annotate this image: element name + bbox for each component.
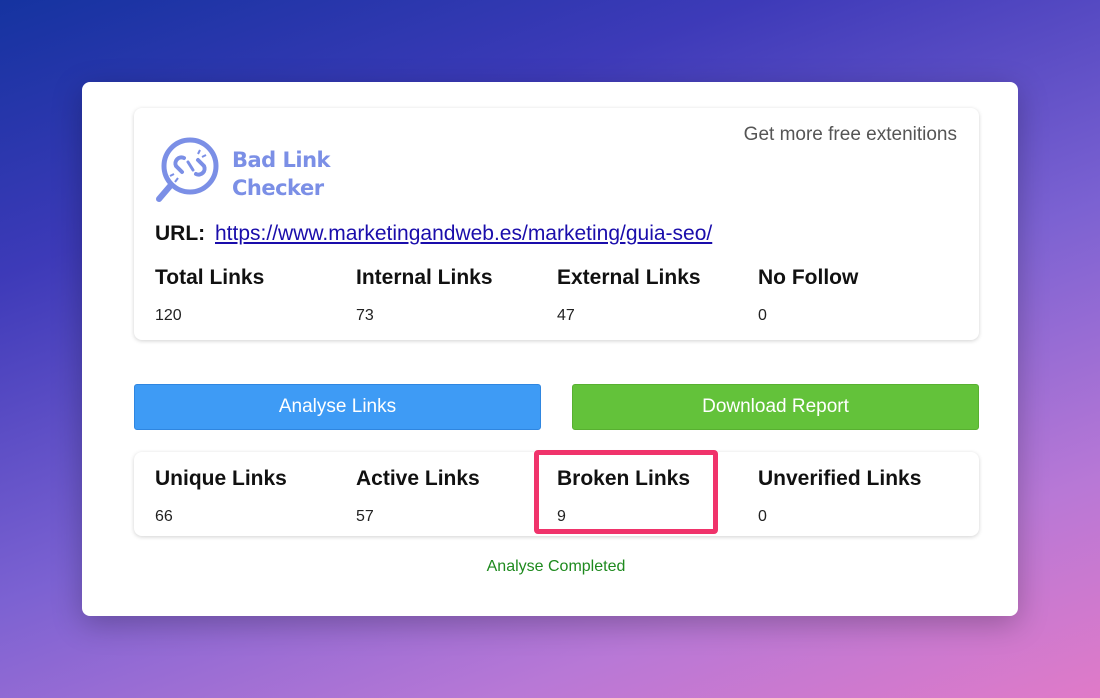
url-row: URL: https://www.marketingandweb.es/mark…	[155, 222, 712, 246]
stat-label: External Links	[557, 266, 701, 289]
logo-line-2: Checker	[232, 176, 324, 200]
stat-value: 57	[356, 508, 374, 525]
stat-label: Total Links	[155, 266, 265, 289]
logo: Bad Link Checker	[154, 136, 331, 204]
summary-card: Bad Link Checker Get more free extenitio…	[134, 108, 979, 340]
stat-active-links: Active Links 57	[356, 464, 557, 526]
stat-label: Internal Links	[356, 266, 493, 289]
stat-unique-links: Unique Links 66	[155, 464, 356, 526]
summary-stats: Total Links 120 Internal Links 73 Extern…	[155, 263, 959, 325]
logo-wordmark: Bad Link Checker	[232, 146, 331, 202]
stat-label: Unique Links	[155, 467, 287, 490]
stat-label: Unverified Links	[758, 467, 922, 490]
more-extensions-link[interactable]: Get more free extenitions	[744, 124, 957, 146]
stat-broken-links[interactable]: Broken Links 9	[557, 464, 758, 526]
stat-label: Broken Links	[557, 467, 691, 490]
stat-value: 47	[557, 307, 575, 324]
analysis-status: Analyse Completed	[486, 558, 626, 575]
broken-link-magnifier-icon	[156, 137, 219, 202]
analyse-links-button[interactable]: Analyse Links	[134, 384, 541, 430]
results-card: Unique Links 66 Active Links 57 Broken L…	[134, 452, 979, 536]
results-stats: Unique Links 66 Active Links 57 Broken L…	[155, 464, 959, 526]
stat-value: 73	[356, 307, 374, 324]
stat-label: No Follow	[758, 266, 859, 289]
stat-value: 0	[758, 508, 767, 525]
url-link[interactable]: https://www.marketingandweb.es/marketing…	[215, 222, 712, 245]
stat-unverified-links: Unverified Links 0	[758, 464, 959, 526]
stat-value: 9	[557, 508, 566, 525]
extension-popup: Bad Link Checker Get more free extenitio…	[82, 82, 1018, 616]
url-label: URL:	[155, 222, 206, 245]
stat-no-follow: No Follow 0	[758, 263, 959, 325]
stat-external-links: External Links 47	[557, 263, 758, 325]
stat-value: 66	[155, 508, 173, 525]
stat-label: Active Links	[356, 467, 480, 490]
stat-value: 120	[155, 307, 182, 324]
logo-line-1: Bad Link	[232, 148, 331, 172]
stat-internal-links: Internal Links 73	[356, 263, 557, 325]
stat-value: 0	[758, 307, 767, 324]
download-report-button[interactable]: Download Report	[572, 384, 979, 430]
stat-total-links: Total Links 120	[155, 263, 356, 325]
